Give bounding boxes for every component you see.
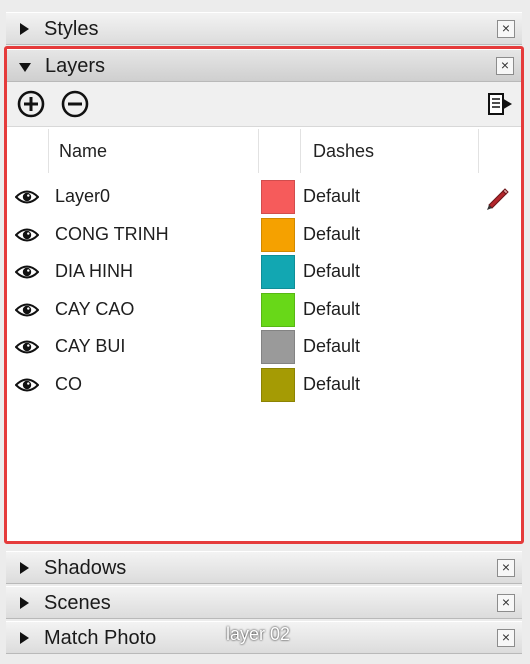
layer-name[interactable]: Layer0 [55, 186, 110, 207]
layer-color-swatch[interactable] [261, 292, 295, 327]
video-caption: layer 02 [226, 624, 291, 644]
layers-panel: Layers × Name Dashes Layer0 Default CONG… [4, 46, 524, 544]
eye-icon[interactable] [15, 264, 39, 280]
layer-name[interactable]: CO [55, 374, 82, 395]
name-column-header[interactable]: Name [49, 129, 259, 173]
match-photo-close-button[interactable]: × [497, 629, 515, 647]
layers-table-header: Name Dashes [7, 129, 521, 173]
layers-toolbar [7, 82, 521, 127]
minus-circle-icon[interactable] [60, 89, 90, 119]
expand-triangle-icon[interactable] [20, 562, 29, 574]
layer-name[interactable]: DIA HINH [55, 261, 133, 282]
layer-dashes[interactable]: Default [303, 299, 360, 320]
styles-close-button[interactable]: × [497, 20, 515, 38]
layer-color-swatch[interactable] [261, 255, 295, 289]
shadows-panel-title: Shadows [44, 557, 127, 579]
details-arrow-icon[interactable] [485, 89, 515, 119]
default-tray: Styles × Layers × Name Dashes Layer0 Def… [0, 0, 530, 664]
layer-color-swatch[interactable] [261, 330, 295, 364]
layer-dashes[interactable]: Default [303, 374, 360, 395]
shadows-close-button[interactable]: × [497, 559, 515, 577]
eye-icon[interactable] [15, 377, 39, 393]
layers-close-button[interactable]: × [496, 57, 514, 75]
styles-panel-title: Styles [44, 18, 99, 40]
styles-panel-header[interactable]: Styles × [6, 12, 522, 45]
scenes-close-button[interactable]: × [497, 594, 515, 612]
layers-panel-header[interactable]: Layers × [7, 49, 521, 82]
color-column-header[interactable] [259, 129, 301, 173]
layer-dashes[interactable]: Default [303, 186, 360, 207]
layer-row[interactable]: CONG TRINH Default [7, 217, 521, 254]
layer-name[interactable]: CAY BUI [55, 336, 125, 357]
collapse-triangle-icon[interactable] [19, 63, 31, 72]
layer-dashes[interactable]: Default [303, 336, 360, 357]
layer-name[interactable]: CONG TRINH [55, 224, 169, 245]
layer-row[interactable]: DIA HINH Default [7, 254, 521, 291]
visibility-column-header[interactable] [7, 129, 49, 173]
scenes-panel-header[interactable]: Scenes × [6, 586, 522, 619]
layer-name[interactable]: CAY CAO [55, 299, 134, 320]
layer-color-swatch[interactable] [261, 217, 295, 252]
layer-row[interactable]: Layer0 Default [7, 179, 521, 216]
eye-icon[interactable] [15, 227, 39, 243]
expand-triangle-icon[interactable] [20, 632, 29, 644]
layer-color-swatch[interactable] [261, 180, 295, 214]
eye-icon[interactable] [15, 189, 39, 205]
expand-triangle-icon[interactable] [20, 23, 29, 35]
layer-dashes[interactable]: Default [303, 224, 360, 245]
plus-circle-icon[interactable] [16, 89, 46, 119]
match-photo-panel-title: Match Photo [44, 627, 157, 649]
layers-panel-title: Layers [45, 55, 106, 77]
layer-color-swatch[interactable] [261, 367, 295, 402]
pencil-icon [487, 188, 509, 210]
layer-dashes[interactable]: Default [303, 261, 360, 282]
expand-triangle-icon[interactable] [20, 597, 29, 609]
dashes-column-header[interactable]: Dashes [301, 129, 479, 173]
eye-icon[interactable] [15, 302, 39, 318]
shadows-panel-header[interactable]: Shadows × [6, 551, 522, 584]
eye-icon[interactable] [15, 339, 39, 355]
layer-row[interactable]: CO Default [7, 367, 521, 404]
layer-row[interactable]: CAY CAO Default [7, 292, 521, 329]
scenes-panel-title: Scenes [44, 592, 111, 614]
layer-row[interactable]: CAY BUI Default [7, 329, 521, 366]
